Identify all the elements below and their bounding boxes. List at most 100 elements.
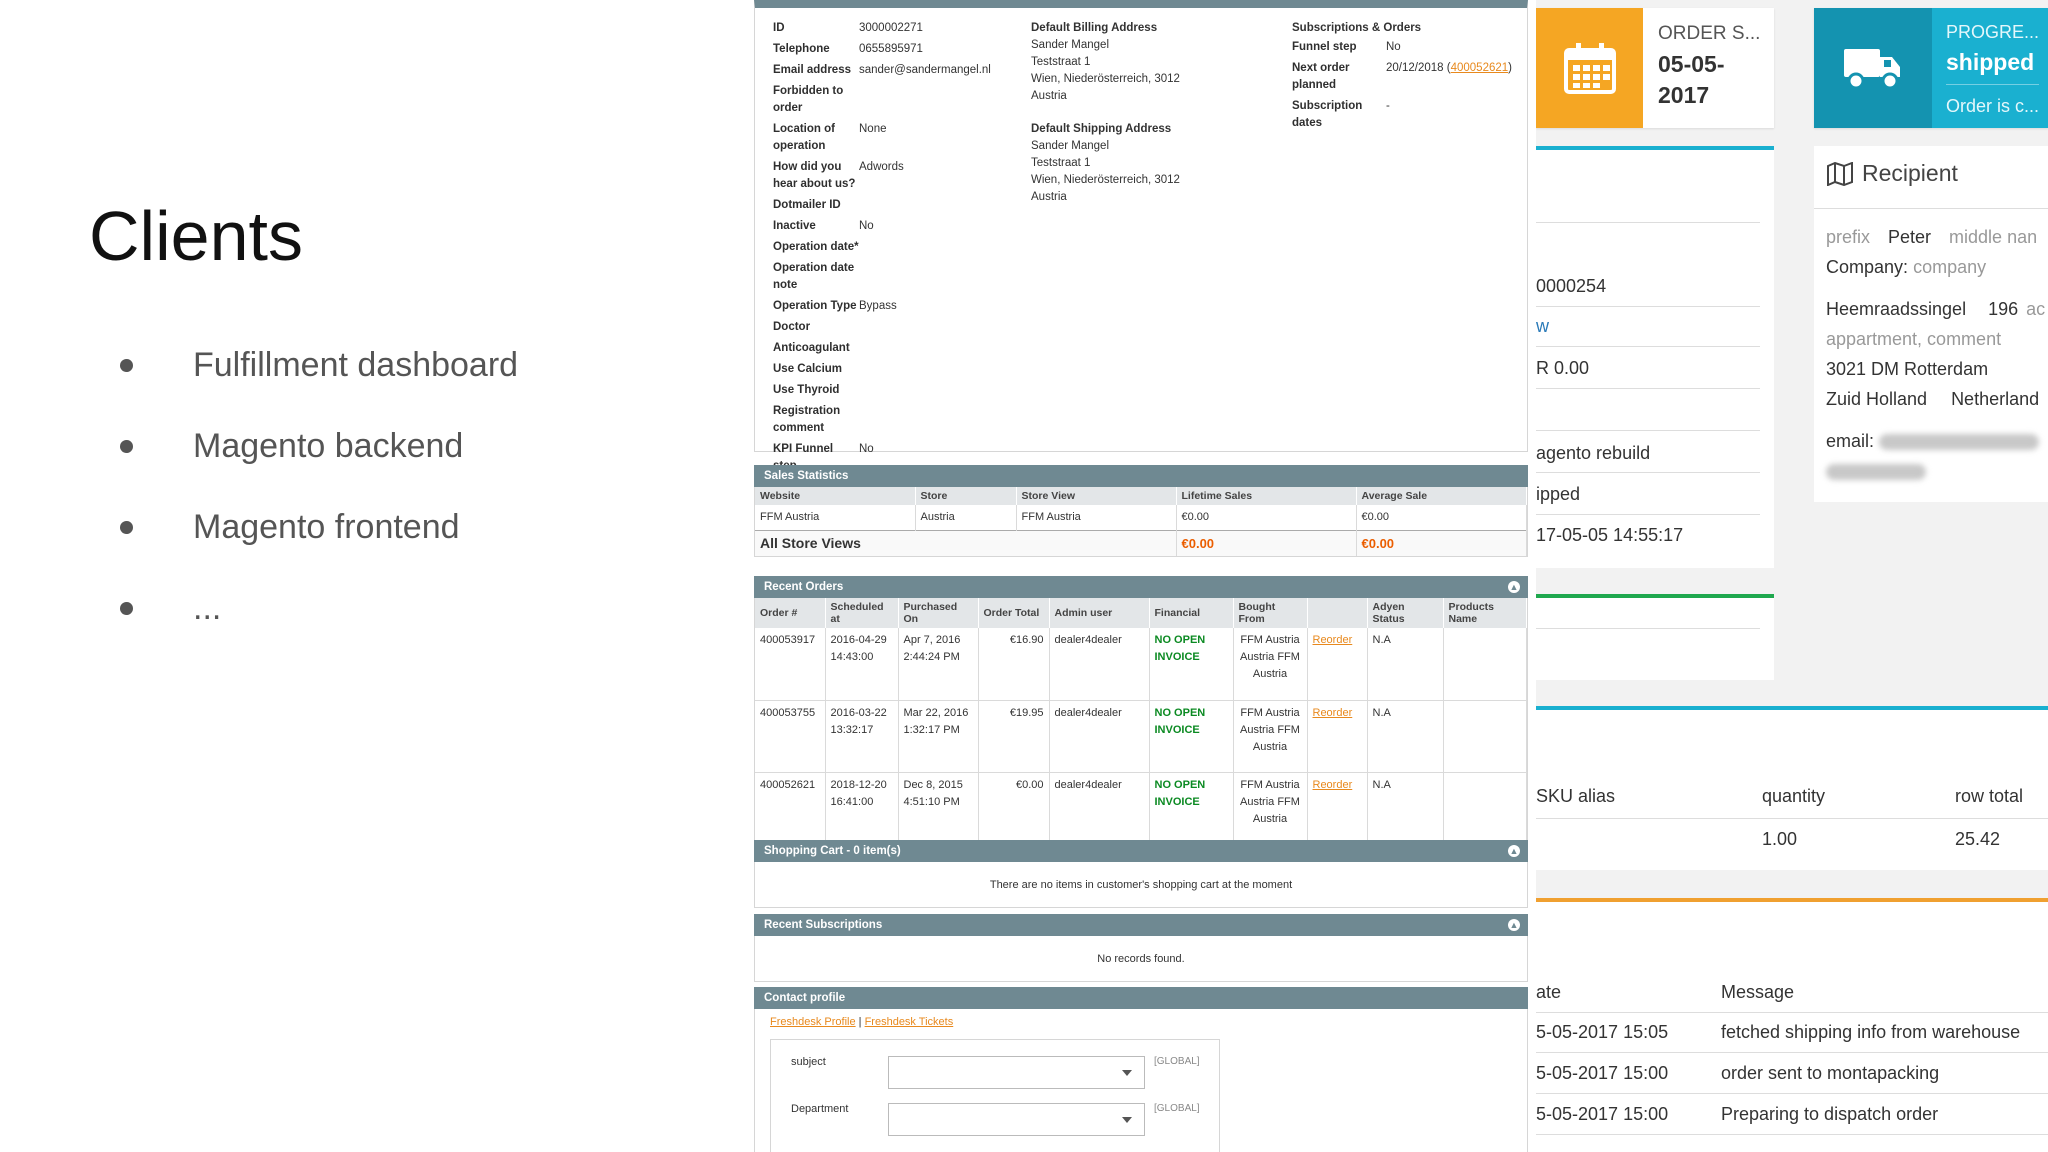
account-field-value: None [859,123,887,135]
products-name [1443,700,1527,773]
sales-statistics-panel: Sales Statistics Website Store Store Vie… [754,465,1528,557]
account-information-panel: ID 3000002271 Telephone 0655895971 Email add… [754,0,1528,493]
account-field-label: Telephone [773,43,830,55]
email-label: email: [1826,431,1875,451]
scheduled-at: 2016-03-22 13:32:17 [825,700,899,773]
next-order-link[interactable]: 400052621 [1451,62,1509,74]
magento-backend-screenshot: ID 3000002271 Telephone 0655895971 Email add… [754,0,1528,1152]
bullet-dot-icon [120,521,133,534]
address-addition: appartment, comment [1826,329,2002,349]
recent-subscriptions-header: Recent Subscriptions [764,919,883,931]
account-field-label: ID [773,22,785,34]
shipping-address-title: Default Shipping Address [1031,123,1172,135]
subscriptions-title: Subscriptions & Orders [1292,22,1422,34]
order-field: agento rebuild [1536,443,1651,463]
middle-name: middle nan [1949,227,2038,247]
shipping-address-line: Sander Mangel [1031,140,1109,152]
shipping-address-line: Teststraat 1 [1031,157,1091,169]
account-field-value: Bypass [859,300,897,312]
table-cell: FFM Austria [1016,505,1177,531]
table-cell: 1.00 [1762,829,1798,849]
order-details-card: 0000254 w R 0.00 agento rebuild ipped 17… [1536,146,1774,568]
progress-status: shipped [1946,49,2035,75]
subscription-dates-value: - [1386,100,1390,112]
account-field-row: Telephone 0655895971 [773,41,1003,58]
column-header: Financial [1149,598,1234,628]
sales-statistics-table: Website Store Store View Lifetime Sales … [755,487,1527,556]
account-field-row: Doctor [773,319,1003,336]
collapse-icon[interactable]: ▲ [1508,581,1520,593]
department-select[interactable] [888,1103,1145,1136]
billing-address-title: Default Billing Address [1031,22,1158,34]
account-field-label: Use Thyroid [773,384,840,396]
recent-orders-header: Recent Orders [764,581,844,593]
progress-icon-box [1814,8,1932,128]
city: 3021 DM Rotterdam [1826,359,1989,379]
account-field-label: Email address [773,64,851,76]
column-header: Adyen Status [1367,598,1444,628]
order-status-year: 2017 [1658,82,1710,108]
subject-select[interactable] [888,1056,1145,1089]
adyen-status: N.A [1367,700,1444,773]
account-field-row: Operation date* [773,239,1003,256]
order-field: R 0.00 [1536,358,1590,378]
reorder-link[interactable]: Reorder [1313,707,1353,719]
subscriptions-column: Subscriptions & Orders Funnel step No Nex… [1292,20,1524,136]
account-field-label: Operation Type [773,300,857,312]
column-header: Store View [1016,487,1177,505]
log-date: 5-05-2017 15:00 [1536,1104,1669,1124]
order-status-label: ORDER S... [1658,23,1761,44]
collapse-icon[interactable]: ▲ [1508,845,1520,857]
bullet-item: Magento frontend [120,487,518,568]
log-message: Preparing to dispatch order [1721,1104,1939,1124]
address-column: Default Billing Address Sander Mangel Te… [1031,20,1261,206]
blurred-phone [1826,464,1926,481]
progress-sub: Order is c... [1946,96,2040,116]
department-label: Department [791,1103,849,1115]
truck-icon [1844,49,1900,90]
table-row: 400053755 2016-03-22 13:32:17 Mar 22, 2016… [755,700,1527,773]
bullet-list: Fulfillment dashboard Magento backend Ma… [120,325,518,649]
column-header: Website [755,487,916,505]
account-field-value: Adwords [859,161,904,173]
products-name [1443,772,1527,845]
freshdesk-tickets-link[interactable]: Freshdesk Tickets [865,1016,954,1028]
freshdesk-profile-link[interactable]: Freshdesk Profile [770,1016,856,1028]
account-field-label: How did you hear about us? [773,161,856,190]
bullet-dot-icon [120,602,133,615]
shipment-card [1536,594,1774,680]
table-cell: 25.42 [1955,829,2001,849]
link-separator: | [855,1016,865,1028]
column-header: Lifetime Sales [1176,487,1357,505]
account-field-row: Anticoagulant [773,340,1003,357]
house-number: 196 [1988,299,2019,319]
order-status-date: 05-05- [1658,51,1725,77]
account-field-row: Email address sander@sandermangel.nl [773,62,1003,79]
recipient-title: Recipient [1862,160,1958,186]
shipping-address-line: Wien, Niederösterreich, 3012 [1031,174,1180,186]
column-header: Average Sale [1356,487,1527,505]
scheduled-at: 2016-04-29 14:43:00 [825,628,899,701]
order-status-icon-box [1536,8,1643,128]
account-field-label: Inactive [773,220,816,232]
scope-label: [GLOBAL] [1154,1056,1200,1067]
table-cell: FFM Austria [755,505,916,531]
next-order-close: ) [1508,62,1512,74]
reorder-link[interactable]: Reorder [1313,634,1353,646]
next-order-label: Next order planned [1292,62,1350,91]
log-date: 5-05-2017 15:00 [1536,1063,1669,1083]
fulfillment-dashboard-screenshot: ORDER S... 05-05- 2017 PROGRE... shipped… [1536,0,2048,1152]
account-field-row: Registration comment [773,403,1003,437]
column-header: Bought From [1233,598,1308,628]
account-field-value: 0655895971 [859,43,923,55]
account-field-label: Operation date* [773,241,859,253]
recent-orders-table: Order # Scheduled at Purchased On Order … [755,598,1527,845]
purchased-on: Apr 7, 2016 2:44:24 PM [898,628,979,701]
scope-label: [GLOBAL] [1154,1103,1200,1114]
purchased-on: Dec 8, 2015 4:51:10 PM [898,772,979,845]
contact-form: subject [GLOBAL] Department [GLOBAL] [770,1039,1220,1152]
collapse-icon[interactable]: ▲ [1508,919,1520,931]
reorder-link[interactable]: Reorder [1313,779,1353,791]
order-field-link[interactable]: w [1536,316,1549,337]
progress-card: PROGRE... shipped Order is c... [1814,8,2048,128]
